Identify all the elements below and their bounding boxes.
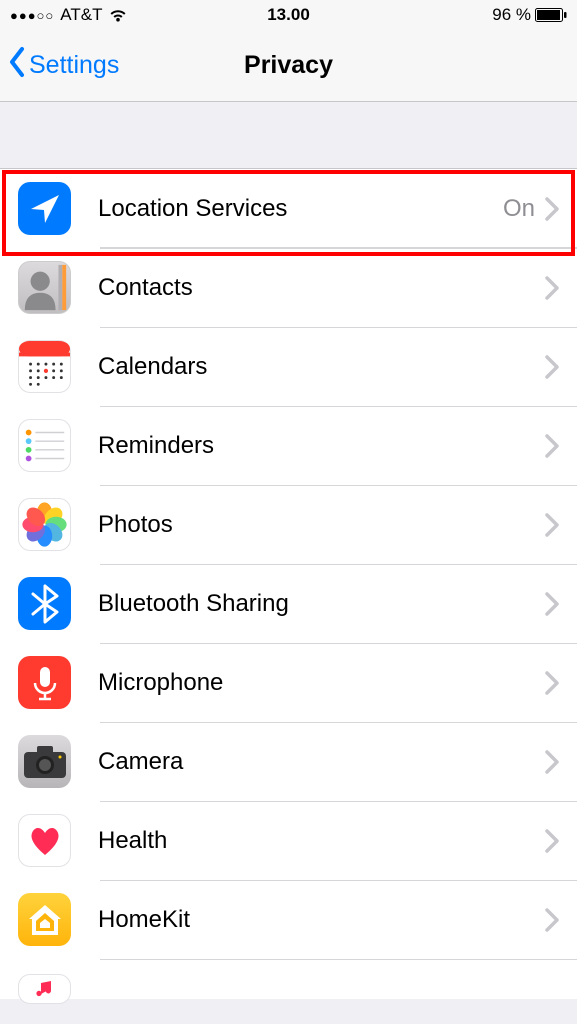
chevron-right-icon	[545, 513, 559, 537]
status-left: ●●●○○ AT&T	[10, 5, 128, 25]
carrier-label: AT&T	[60, 5, 102, 25]
row-contacts[interactable]: Contacts	[0, 248, 577, 327]
row-partial[interactable]	[0, 959, 577, 999]
row-health[interactable]: Health	[0, 801, 577, 880]
row-homekit[interactable]: HomeKit	[0, 880, 577, 959]
battery-icon	[535, 8, 567, 22]
page-title: Privacy	[244, 51, 333, 80]
chevron-right-icon	[545, 434, 559, 458]
chevron-right-icon	[545, 276, 559, 300]
chevron-left-icon	[8, 46, 26, 85]
music-icon	[18, 974, 71, 1004]
row-label: Health	[98, 827, 545, 855]
microphone-icon	[18, 656, 71, 709]
chevron-right-icon	[545, 750, 559, 774]
chevron-right-icon	[545, 829, 559, 853]
row-label: Microphone	[98, 669, 545, 697]
row-label: Camera	[98, 748, 545, 776]
status-bar: ●●●○○ AT&T 13.00 96 %	[0, 0, 577, 30]
contacts-icon	[18, 261, 71, 314]
bluetooth-icon	[18, 577, 71, 630]
calendars-icon	[18, 340, 71, 393]
settings-list: Location Services On Contacts Calendars	[0, 168, 577, 999]
row-label: Bluetooth Sharing	[98, 590, 545, 618]
section-spacer	[0, 102, 577, 168]
row-calendars[interactable]: Calendars	[0, 327, 577, 406]
row-location-services[interactable]: Location Services On	[0, 169, 577, 248]
battery-percent: 96 %	[492, 5, 531, 25]
chevron-right-icon	[545, 197, 559, 221]
row-label: HomeKit	[98, 906, 545, 934]
chevron-right-icon	[545, 355, 559, 379]
row-label: Calendars	[98, 353, 545, 381]
photos-icon	[18, 498, 71, 551]
wifi-icon	[108, 8, 128, 23]
chevron-right-icon	[545, 908, 559, 932]
health-icon	[18, 814, 71, 867]
signal-strength-icon: ●●●○○	[10, 8, 54, 23]
back-button[interactable]: Settings	[8, 46, 119, 85]
camera-icon	[18, 735, 71, 788]
nav-bar: Settings Privacy	[0, 30, 577, 102]
row-label: Reminders	[98, 432, 545, 460]
row-label: Contacts	[98, 274, 545, 302]
homekit-icon	[18, 893, 71, 946]
reminders-icon	[18, 419, 71, 472]
back-label: Settings	[29, 51, 119, 80]
chevron-right-icon	[545, 592, 559, 616]
row-reminders[interactable]: Reminders	[0, 406, 577, 485]
row-label: Location Services	[98, 195, 503, 223]
row-value: On	[503, 195, 535, 223]
location-icon	[18, 182, 71, 235]
row-microphone[interactable]: Microphone	[0, 643, 577, 722]
status-right: 96 %	[492, 5, 567, 25]
chevron-right-icon	[545, 671, 559, 695]
row-label: Photos	[98, 511, 545, 539]
row-bluetooth-sharing[interactable]: Bluetooth Sharing	[0, 564, 577, 643]
status-time: 13.00	[267, 5, 310, 25]
row-camera[interactable]: Camera	[0, 722, 577, 801]
row-photos[interactable]: Photos	[0, 485, 577, 564]
